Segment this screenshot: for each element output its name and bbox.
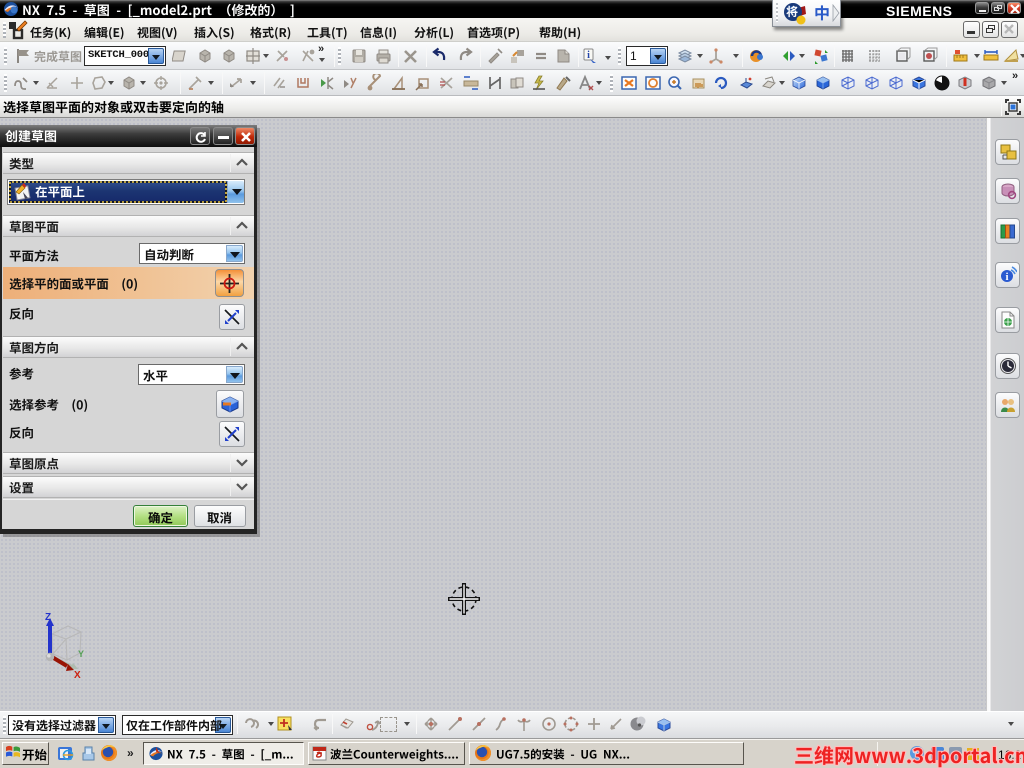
svg-text:i: i: [587, 50, 590, 61]
svg-text:Z: Z: [45, 612, 51, 623]
svg-text:Y: Y: [78, 649, 84, 659]
svg-text:X: X: [74, 670, 81, 678]
svg-text:i: i: [1005, 271, 1008, 283]
